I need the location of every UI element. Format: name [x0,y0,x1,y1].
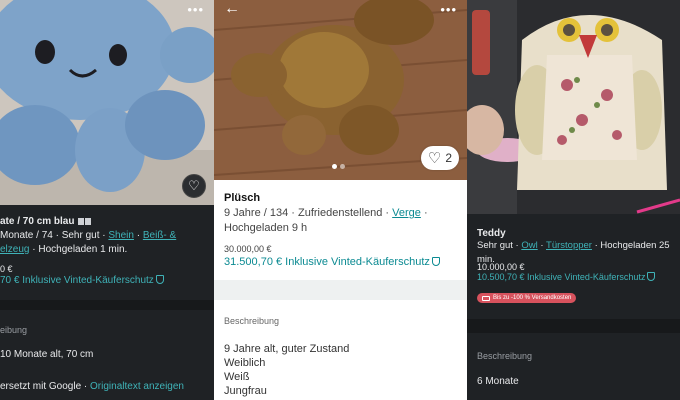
flag-icon [78,218,85,225]
listing-panel-octopus: ••• ♡ ate / 70 cm blau Monate / 74 · Seh… [0,0,214,400]
heart-icon: ♡ [188,178,200,193]
category-link[interactable]: Türstopper [546,240,592,251]
item-summary: ate / 70 cm blau Monate / 74 · Sehr gut … [0,205,214,300]
item-price: 0 € [0,264,13,274]
description-text: 6 Monate [477,376,519,387]
item-summary: Plüsch 9 Jahre / 134 · Zufriedenstellend… [214,180,467,280]
brand-link[interactable]: Owl [521,240,537,251]
truck-icon [482,295,490,301]
more-options-icon[interactable]: ••• [440,2,457,17]
item-title: Plüsch [224,192,261,204]
description-label: Beschreibung [224,316,280,326]
octopus-plush-image [0,0,214,205]
item-price: 10.000,00 € [477,262,525,272]
description-text: 9 Jahre alt, guter Zustand Weiblich Weiß… [224,343,350,397]
back-arrow-icon[interactable]: ← [224,0,240,18]
brand-link[interactable]: Verge [392,207,421,219]
item-photo-owl[interactable] [467,0,680,214]
item-photo-octopus[interactable]: ••• [0,0,214,205]
heart-icon: ♡ [427,150,442,167]
listing-panel-teddy-plush: ← ••• ♡ 2 Plüsch 9 Jahre / 134 · Zufried… [214,0,467,400]
more-options-icon[interactable]: ••• [187,2,204,17]
item-title: ate / 70 cm blau [0,216,92,227]
category-link-continued[interactable]: elzeug [0,244,29,255]
listing-panel-owl: Teddy Sehr gut · Owl · Türstopper · Hoch… [467,0,680,400]
buyer-protection-total[interactable]: 10.500,70 € Inklusive Vinted-Käuferschut… [477,272,656,282]
shield-icon [155,275,164,284]
shield-icon [431,257,440,266]
item-summary: Teddy Sehr gut · Owl · Türstopper · Hoch… [467,214,680,319]
shipping-discount-badge: Bis zu -100 % Versandkosten [477,293,577,303]
pager-dot [332,164,337,169]
translation-note: ersetzt mit Google · Originaltext anzeig… [0,381,184,392]
item-title: Teddy [477,228,506,239]
favorite-button[interactable]: ♡ [182,174,206,198]
section-divider [0,300,214,310]
description-text: 10 Monate alt, 70 cm [0,349,94,360]
image-pager [332,164,345,169]
brand-link[interactable]: Shein [108,230,134,241]
buyer-protection-total[interactable]: 70 € Inklusive Vinted-Käuferschutz [0,275,164,286]
favorite-count: 2 [445,151,452,165]
show-original-link[interactable]: Originaltext anzeigen [90,381,184,392]
section-divider [214,280,467,300]
description-label: eibung [0,325,28,335]
item-price: 30.000,00 € [224,244,272,254]
buyer-protection-total[interactable]: 31.500,70 € Inklusive Vinted-Käuferschut… [224,256,440,268]
flag-icon [85,218,92,225]
screenshot-collage: ••• ♡ ate / 70 cm blau Monate / 74 · Seh… [0,0,680,400]
item-details: 9 Jahre / 134 · Zufriedenstellend · Verg… [224,207,428,234]
pager-dot [340,164,345,169]
owl-doorstop-image [467,0,680,214]
section-divider [467,319,680,333]
favorite-button[interactable]: ♡ 2 [420,146,459,170]
category-link[interactable]: Beiß- & [143,230,176,241]
shield-icon [647,272,656,281]
description-label: Beschreibung [477,351,533,361]
item-details: Monate / 74 · Sehr gut · Shein · Beiß- &… [0,230,177,255]
